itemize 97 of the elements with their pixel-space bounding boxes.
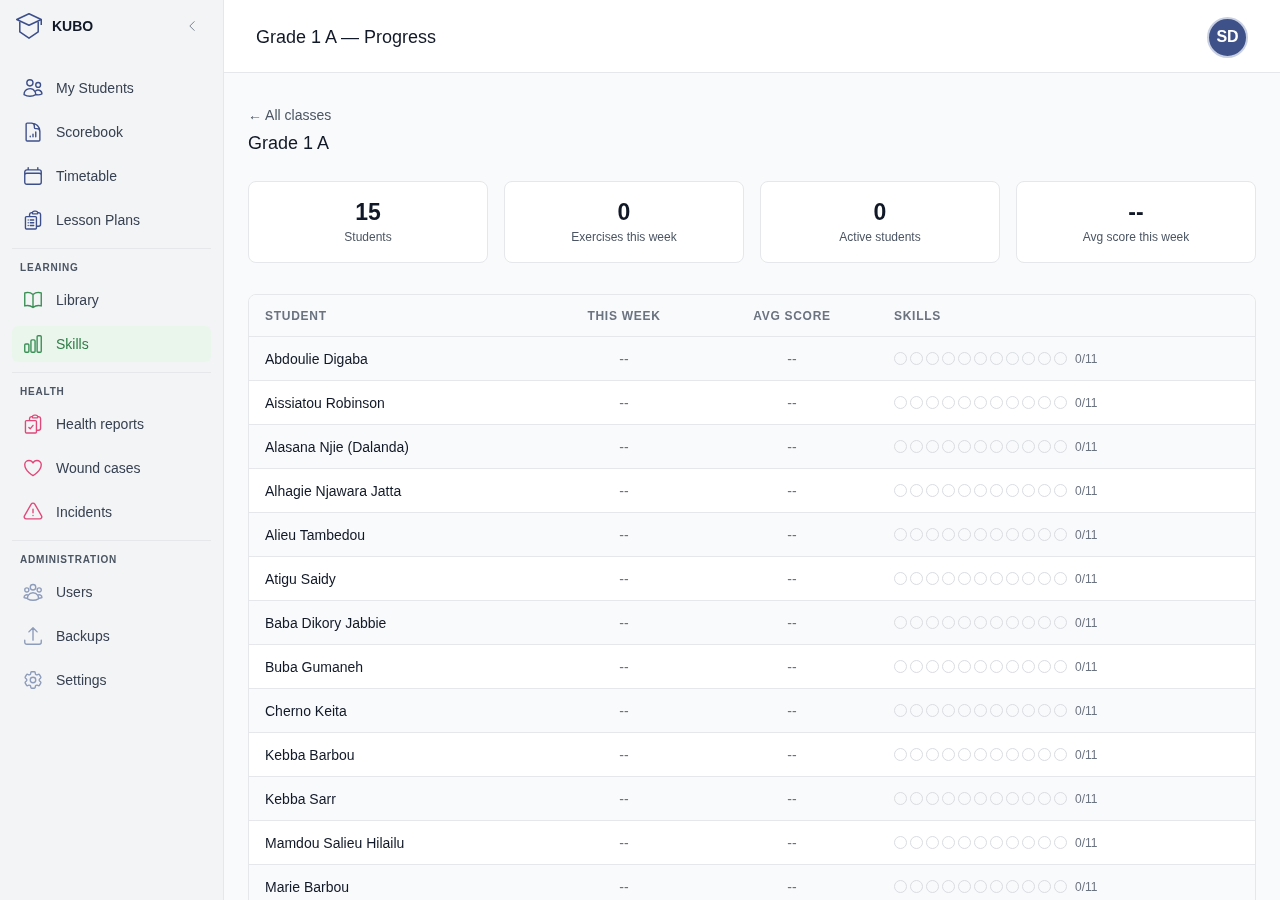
avg-score-value: --: [787, 746, 797, 763]
bar-chart-icon: [22, 333, 44, 355]
stat-label: Active students: [839, 229, 921, 245]
sidebar-item[interactable]: Backups: [12, 618, 211, 654]
sidebar-item[interactable]: Skills: [12, 326, 211, 362]
this-week-value: --: [619, 746, 629, 763]
sidebar-item[interactable]: Settings: [12, 662, 211, 698]
users-icon: [22, 77, 44, 99]
student-name: Alhagie Njawara Jatta: [265, 482, 402, 499]
this-week-value: --: [619, 790, 629, 807]
logo-icon: [16, 13, 42, 39]
student-name: Atigu Saidy: [265, 570, 336, 587]
skills-count: 0/11: [1075, 615, 1098, 630]
brand-name: KUBO: [52, 18, 94, 34]
avg-score-value: --: [787, 878, 797, 895]
sidebar-item[interactable]: Library: [12, 282, 211, 318]
avg-score-value: --: [787, 614, 797, 631]
skills-count: 0/11: [1075, 351, 1098, 366]
avg-score-value: --: [787, 702, 797, 719]
student-name: Alieu Tambedou: [265, 526, 366, 543]
skills-count: 0/11: [1075, 571, 1098, 586]
class-title: Grade 1 A: [248, 132, 330, 155]
avg-score-value: --: [787, 526, 797, 543]
sidebar-item[interactable]: Incidents: [12, 494, 211, 530]
this-week-value: --: [619, 394, 629, 411]
this-week-value: --: [619, 438, 629, 455]
sidebar-item[interactable]: Timetable: [12, 158, 211, 194]
clipboard-check-icon: [22, 413, 44, 435]
this-week-value: --: [619, 350, 629, 367]
student-name: Aissiatou Robinson: [265, 394, 385, 411]
student-name: Baba Dikory Jabbie: [265, 614, 387, 631]
sidebar-item[interactable]: Lesson Plans: [12, 202, 211, 238]
skills-count: 0/11: [1075, 703, 1098, 718]
column-header: STUDENT: [265, 308, 327, 323]
sidebar-item[interactable]: Users: [12, 574, 211, 610]
open-book-icon: [22, 289, 44, 311]
stat-value: --: [1128, 199, 1144, 225]
avg-score-value: --: [787, 658, 797, 675]
heart-icon: [22, 457, 44, 479]
skills-count: 0/11: [1075, 439, 1098, 454]
document-chart-icon: [22, 121, 44, 143]
user-avatar[interactable]: SD: [1207, 16, 1248, 58]
skills-count: 0/11: [1075, 659, 1098, 674]
sidebar-item[interactable]: Scorebook: [12, 114, 211, 150]
calendar-icon: [22, 165, 44, 187]
student-name: Kebba Barbou: [265, 746, 355, 763]
section-label: LEARNING: [20, 262, 79, 274]
avg-score-value: --: [787, 834, 797, 851]
student-name: Mamdou Salieu Hilailu: [265, 834, 405, 851]
column-header: SKILLS: [894, 308, 941, 323]
this-week-value: --: [619, 878, 629, 895]
student-name: Abdoulie Digaba: [265, 350, 368, 367]
column-header: AVG SCORE: [753, 308, 831, 323]
back-link[interactable]: ← All classes: [248, 105, 332, 125]
user-group-icon: [22, 581, 44, 603]
skills-count: 0/11: [1075, 483, 1098, 498]
sidebar-item[interactable]: My Students: [12, 70, 211, 106]
avg-score-value: --: [787, 394, 797, 411]
this-week-value: --: [619, 658, 629, 675]
student-name: Kebba Sarr: [265, 790, 336, 807]
avg-score-value: --: [787, 438, 797, 455]
avg-score-value: --: [787, 570, 797, 587]
section-label: HEALTH: [20, 386, 65, 398]
avg-score-value: --: [787, 350, 797, 367]
student-name: Marie Barbou: [265, 878, 350, 895]
stat-value: 0: [617, 199, 631, 225]
clipboard-list-icon: [22, 209, 44, 231]
section-label: ADMINISTRATION: [20, 554, 118, 566]
this-week-value: --: [619, 482, 629, 499]
student-name: Cherno Keita: [265, 702, 347, 719]
stat-value: 15: [355, 199, 381, 225]
column-header: THIS WEEK: [587, 308, 661, 323]
upload-icon: [22, 625, 44, 647]
skills-count: 0/11: [1075, 791, 1098, 806]
this-week-value: --: [619, 702, 629, 719]
skills-count: 0/11: [1075, 879, 1098, 894]
this-week-value: --: [619, 570, 629, 587]
this-week-value: --: [619, 834, 629, 851]
sidebar-item[interactable]: Health reports: [12, 406, 211, 442]
stat-label: Exercises this week: [571, 229, 677, 245]
skills-count: 0/11: [1075, 835, 1098, 850]
skills-count: 0/11: [1075, 527, 1098, 542]
stat-value: 0: [873, 199, 887, 225]
header-title: Grade 1 A — Progress: [256, 26, 437, 48]
stat-label: Avg score this week: [1082, 229, 1190, 245]
student-name: Alasana Njie (Dalanda): [265, 438, 409, 455]
settings-icon: [22, 669, 44, 691]
stat-label: Students: [344, 229, 392, 245]
skills-count: 0/11: [1075, 395, 1098, 410]
this-week-value: --: [619, 614, 629, 631]
student-name: Buba Gumaneh: [265, 658, 364, 675]
avg-score-value: --: [787, 790, 797, 807]
avg-score-value: --: [787, 482, 797, 499]
this-week-value: --: [619, 526, 629, 543]
warning-triangle-icon: [22, 501, 44, 523]
sidebar-item[interactable]: Wound cases: [12, 450, 211, 486]
skills-count: 0/11: [1075, 747, 1098, 762]
